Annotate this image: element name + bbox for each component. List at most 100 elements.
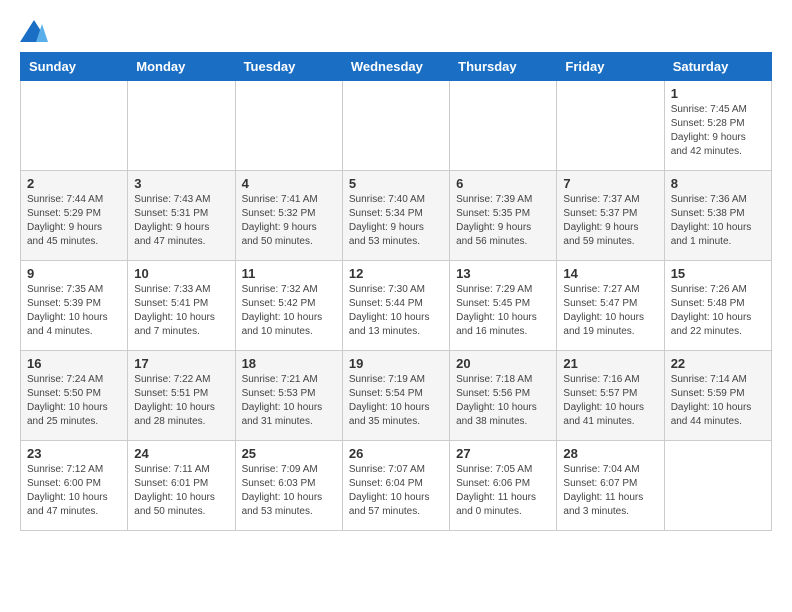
calendar-cell: 27 Sunrise: 7:05 AM Sunset: 6:06 PM Dayli… xyxy=(450,441,557,531)
calendar-cell: 23Sunrise: 7:12 AM Sunset: 6:00 PM Dayli… xyxy=(21,441,128,531)
logo xyxy=(20,20,50,42)
calendar-cell: 11 Sunrise: 7:32 AM Sunset: 5:42 PM Dayli… xyxy=(235,261,342,351)
calendar-cell: 28Sunrise: 7:04 AM Sunset: 6:07 PM Dayli… xyxy=(557,441,664,531)
day-info: Sunrise: 7:27 AM Sunset: 5:47 PM Dayligh… xyxy=(563,283,657,339)
calendar-cell: 9 Sunrise: 7:35 AM Sunset: 5:39 PM Daylig… xyxy=(21,261,128,351)
calendar-cell: 7 Sunrise: 7:37 AM Sunset: 5:37 PM Daylig… xyxy=(557,171,664,261)
calendar-cell xyxy=(664,441,771,531)
calendar-cell xyxy=(235,81,342,171)
day-number: 22 xyxy=(671,356,765,371)
day-info: Sunrise: 7:16 AM Sunset: 5:57 PM Dayligh… xyxy=(563,373,657,429)
day-number: 20 xyxy=(456,356,550,371)
day-info: Sunrise: 7:43 AM Sunset: 5:31 PM Dayligh… xyxy=(134,193,228,249)
day-number: 3 xyxy=(134,176,228,191)
calendar-cell: 4Sunrise: 7:41 AM Sunset: 5:32 PM Daylig… xyxy=(235,171,342,261)
calendar-cell: 3 Sunrise: 7:43 AM Sunset: 5:31 PM Daylig… xyxy=(128,171,235,261)
day-info: Sunrise: 7:45 AM Sunset: 5:28 PM Dayligh… xyxy=(671,103,765,159)
day-number: 2 xyxy=(27,176,121,191)
day-info: Sunrise: 7:14 AM Sunset: 5:59 PM Dayligh… xyxy=(671,373,765,429)
weekday-header-row: SundayMondayTuesdayWednesdayThursdayFrid… xyxy=(21,53,772,81)
day-number: 14 xyxy=(563,266,657,281)
day-info: Sunrise: 7:24 AM Sunset: 5:50 PM Dayligh… xyxy=(27,373,121,429)
weekday-header-thursday: Thursday xyxy=(450,53,557,81)
calendar-cell: 12Sunrise: 7:30 AM Sunset: 5:44 PM Dayli… xyxy=(342,261,449,351)
day-number: 26 xyxy=(349,446,443,461)
calendar-cell: 19Sunrise: 7:19 AM Sunset: 5:54 PM Dayli… xyxy=(342,351,449,441)
day-info: Sunrise: 7:18 AM Sunset: 5:56 PM Dayligh… xyxy=(456,373,550,429)
day-info: Sunrise: 7:12 AM Sunset: 6:00 PM Dayligh… xyxy=(27,463,121,519)
calendar-cell: 17Sunrise: 7:22 AM Sunset: 5:51 PM Dayli… xyxy=(128,351,235,441)
day-number: 7 xyxy=(563,176,657,191)
calendar-cell: 14 Sunrise: 7:27 AM Sunset: 5:47 PM Dayli… xyxy=(557,261,664,351)
day-info: Sunrise: 7:29 AM Sunset: 5:45 PM Dayligh… xyxy=(456,283,550,339)
day-info: Sunrise: 7:36 AM Sunset: 5:38 PM Dayligh… xyxy=(671,193,765,249)
day-info: Sunrise: 7:07 AM Sunset: 6:04 PM Dayligh… xyxy=(349,463,443,519)
day-number: 25 xyxy=(242,446,336,461)
day-info: Sunrise: 7:39 AM Sunset: 5:35 PM Dayligh… xyxy=(456,193,550,249)
calendar-cell: 15 Sunrise: 7:26 AM Sunset: 5:48 PM Dayli… xyxy=(664,261,771,351)
logo-icon xyxy=(20,20,48,42)
calendar-cell xyxy=(557,81,664,171)
day-number: 1 xyxy=(671,86,765,101)
calendar-table: SundayMondayTuesdayWednesdayThursdayFrid… xyxy=(20,52,772,531)
calendar-cell: 1 Sunrise: 7:45 AM Sunset: 5:28 PM Daylig… xyxy=(664,81,771,171)
day-number: 11 xyxy=(242,266,336,281)
day-info: Sunrise: 7:37 AM Sunset: 5:37 PM Dayligh… xyxy=(563,193,657,249)
weekday-header-wednesday: Wednesday xyxy=(342,53,449,81)
calendar-cell xyxy=(21,81,128,171)
day-info: Sunrise: 7:30 AM Sunset: 5:44 PM Dayligh… xyxy=(349,283,443,339)
calendar-cell: 10 Sunrise: 7:33 AM Sunset: 5:41 PM Dayli… xyxy=(128,261,235,351)
calendar-cell: 13 Sunrise: 7:29 AM Sunset: 5:45 PM Dayli… xyxy=(450,261,557,351)
weekday-header-friday: Friday xyxy=(557,53,664,81)
calendar-cell: 18 Sunrise: 7:21 AM Sunset: 5:53 PM Dayli… xyxy=(235,351,342,441)
calendar-cell: 22 Sunrise: 7:14 AM Sunset: 5:59 PM Dayli… xyxy=(664,351,771,441)
calendar-cell xyxy=(450,81,557,171)
calendar-cell: 6 Sunrise: 7:39 AM Sunset: 5:35 PM Daylig… xyxy=(450,171,557,261)
calendar-cell xyxy=(128,81,235,171)
weekday-header-tuesday: Tuesday xyxy=(235,53,342,81)
calendar-week-row: 16 Sunrise: 7:24 AM Sunset: 5:50 PM Dayli… xyxy=(21,351,772,441)
day-info: Sunrise: 7:21 AM Sunset: 5:53 PM Dayligh… xyxy=(242,373,336,429)
calendar-cell: 24 Sunrise: 7:11 AM Sunset: 6:01 PM Dayli… xyxy=(128,441,235,531)
day-info: Sunrise: 7:11 AM Sunset: 6:01 PM Dayligh… xyxy=(134,463,228,519)
day-number: 24 xyxy=(134,446,228,461)
day-number: 21 xyxy=(563,356,657,371)
calendar-cell: 5 Sunrise: 7:40 AM Sunset: 5:34 PM Daylig… xyxy=(342,171,449,261)
day-number: 5 xyxy=(349,176,443,191)
weekday-header-saturday: Saturday xyxy=(664,53,771,81)
day-number: 19 xyxy=(349,356,443,371)
calendar-cell: 21 Sunrise: 7:16 AM Sunset: 5:57 PM Dayli… xyxy=(557,351,664,441)
weekday-header-sunday: Sunday xyxy=(21,53,128,81)
calendar-cell: 20 Sunrise: 7:18 AM Sunset: 5:56 PM Dayli… xyxy=(450,351,557,441)
calendar-cell: 26 Sunrise: 7:07 AM Sunset: 6:04 PM Dayli… xyxy=(342,441,449,531)
page-header xyxy=(20,20,772,42)
calendar-week-row: 23Sunrise: 7:12 AM Sunset: 6:00 PM Dayli… xyxy=(21,441,772,531)
calendar-week-row: 9 Sunrise: 7:35 AM Sunset: 5:39 PM Daylig… xyxy=(21,261,772,351)
day-number: 6 xyxy=(456,176,550,191)
day-info: Sunrise: 7:33 AM Sunset: 5:41 PM Dayligh… xyxy=(134,283,228,339)
calendar-week-row: 2 Sunrise: 7:44 AM Sunset: 5:29 PM Daylig… xyxy=(21,171,772,261)
day-number: 16 xyxy=(27,356,121,371)
calendar-cell: 8Sunrise: 7:36 AM Sunset: 5:38 PM Daylig… xyxy=(664,171,771,261)
day-info: Sunrise: 7:26 AM Sunset: 5:48 PM Dayligh… xyxy=(671,283,765,339)
day-info: Sunrise: 7:05 AM Sunset: 6:06 PM Dayligh… xyxy=(456,463,550,519)
day-info: Sunrise: 7:44 AM Sunset: 5:29 PM Dayligh… xyxy=(27,193,121,249)
day-number: 18 xyxy=(242,356,336,371)
day-number: 10 xyxy=(134,266,228,281)
calendar-cell: 2 Sunrise: 7:44 AM Sunset: 5:29 PM Daylig… xyxy=(21,171,128,261)
day-number: 28 xyxy=(563,446,657,461)
day-number: 27 xyxy=(456,446,550,461)
day-info: Sunrise: 7:22 AM Sunset: 5:51 PM Dayligh… xyxy=(134,373,228,429)
day-info: Sunrise: 7:09 AM Sunset: 6:03 PM Dayligh… xyxy=(242,463,336,519)
day-number: 15 xyxy=(671,266,765,281)
day-info: Sunrise: 7:35 AM Sunset: 5:39 PM Dayligh… xyxy=(27,283,121,339)
calendar-cell: 25 Sunrise: 7:09 AM Sunset: 6:03 PM Dayli… xyxy=(235,441,342,531)
weekday-header-monday: Monday xyxy=(128,53,235,81)
calendar-cell xyxy=(342,81,449,171)
day-number: 9 xyxy=(27,266,121,281)
day-info: Sunrise: 7:40 AM Sunset: 5:34 PM Dayligh… xyxy=(349,193,443,249)
calendar-week-row: 1 Sunrise: 7:45 AM Sunset: 5:28 PM Daylig… xyxy=(21,81,772,171)
day-number: 13 xyxy=(456,266,550,281)
day-info: Sunrise: 7:41 AM Sunset: 5:32 PM Dayligh… xyxy=(242,193,336,249)
day-info: Sunrise: 7:32 AM Sunset: 5:42 PM Dayligh… xyxy=(242,283,336,339)
